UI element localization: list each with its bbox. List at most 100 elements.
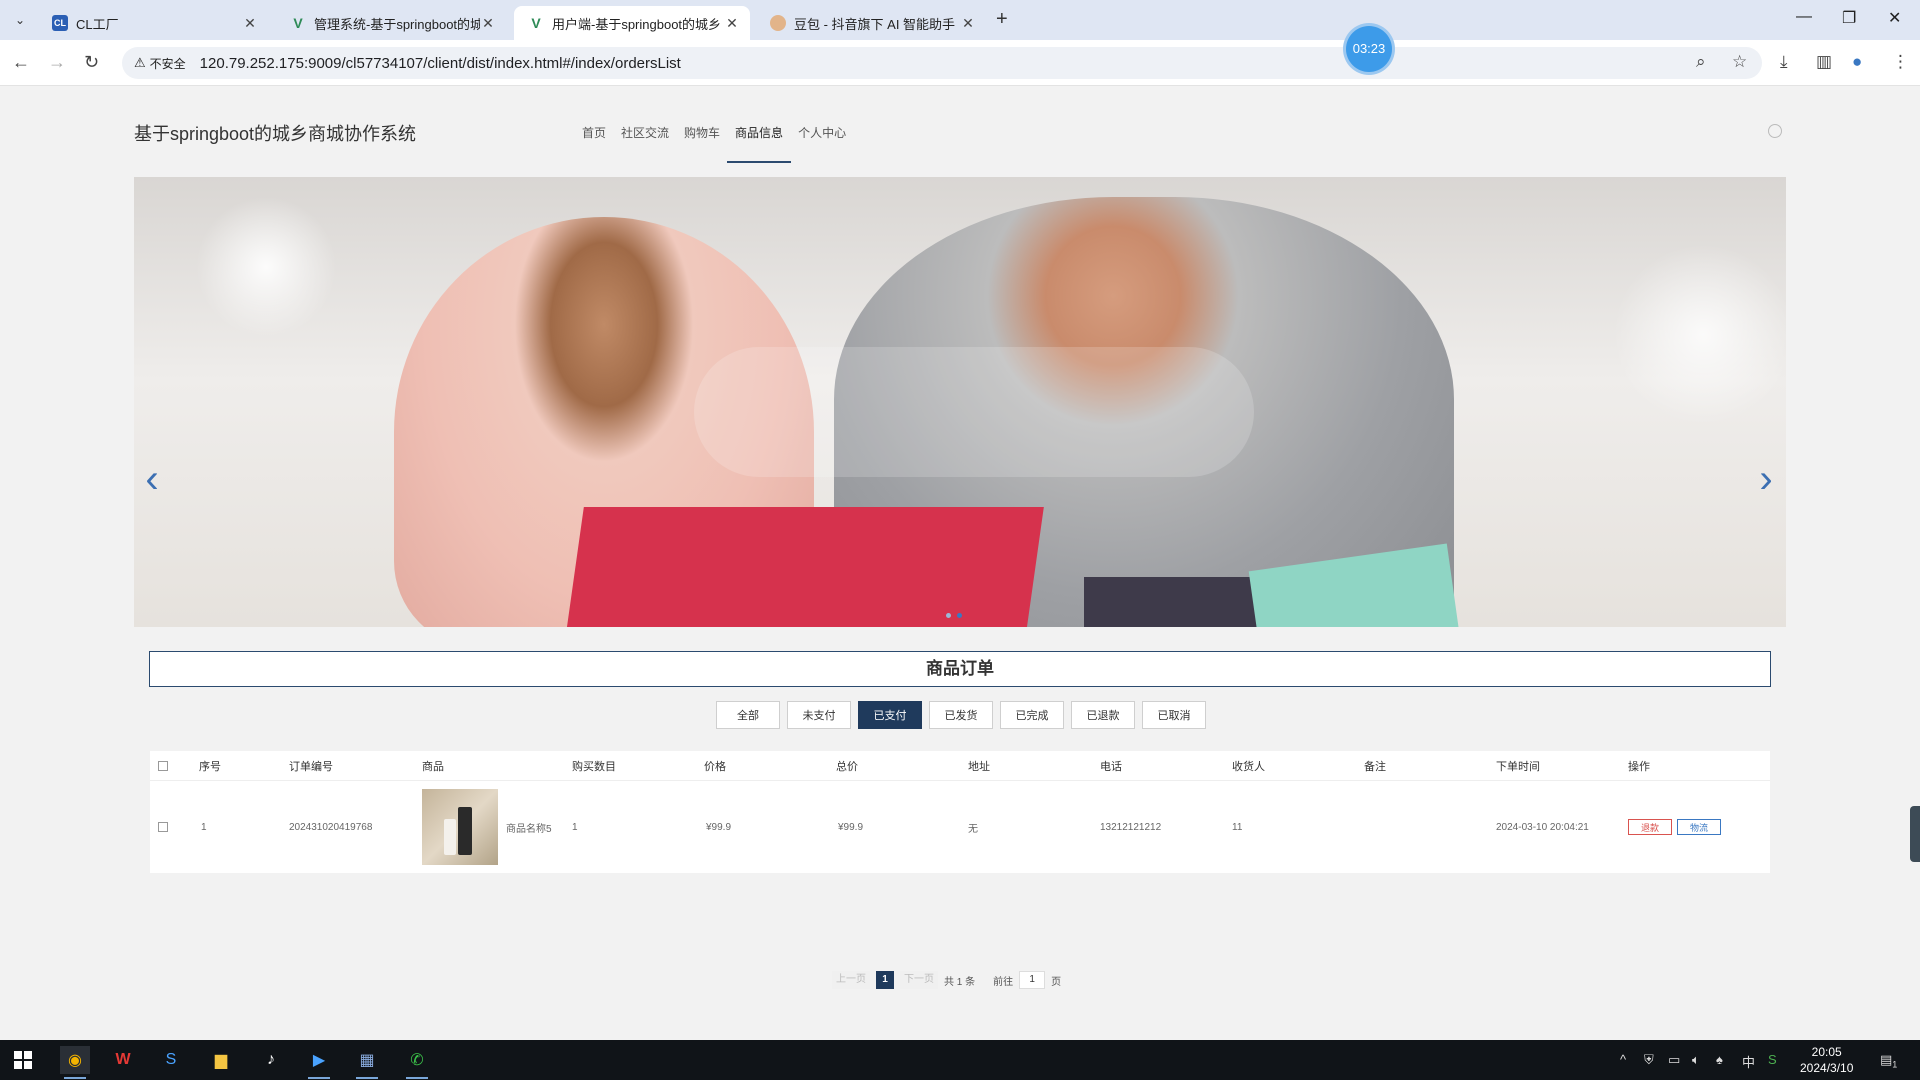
prev-page-button[interactable]: 上一页 [832, 971, 870, 989]
col-address: 地址 [968, 760, 990, 773]
filter-cancelled-button[interactable]: 已取消 [1142, 701, 1206, 729]
chrome-icon[interactable]: ◉ [60, 1046, 90, 1079]
file-explorer-icon[interactable]: ▆ [206, 1046, 236, 1074]
browser-tab-2[interactable]: V 管理系统-基于springboot的城 ✕ [276, 6, 506, 40]
logistics-button[interactable]: 物流 [1677, 819, 1722, 835]
tray-chevron-icon[interactable]: ^ [1620, 1052, 1626, 1067]
tab-title: 豆包 - 抖音旗下 AI 智能助手 [794, 16, 956, 32]
close-window-icon[interactable]: ✕ [1888, 8, 1901, 28]
nav-profile[interactable]: 个人中心 [798, 124, 846, 163]
tray-shield-icon[interactable]: ⛨ [1644, 1052, 1654, 1068]
warning-icon: ⚠ [134, 55, 146, 70]
row-product: 商品名称5 [422, 781, 552, 873]
col-remark: 备注 [1364, 760, 1386, 773]
filter-unpaid-button[interactable]: 未支付 [787, 701, 851, 729]
carousel-prev-icon[interactable]: ‹ [140, 457, 164, 501]
app-icon[interactable]: ▦ [352, 1046, 382, 1079]
media-player-icon[interactable]: ▶ [304, 1046, 334, 1079]
tray-app-icon[interactable]: ♠ [1716, 1052, 1723, 1067]
row-address: 无 [968, 823, 978, 835]
minimize-icon[interactable]: — [1796, 8, 1812, 26]
windows-start-icon[interactable] [8, 1046, 38, 1074]
shopping-bag [564, 507, 1044, 627]
nav-community[interactable]: 社区交流 [621, 124, 669, 163]
filter-paid-button[interactable]: 已支付 [858, 701, 922, 729]
notification-icon[interactable]: ▤1 [1880, 1052, 1897, 1070]
browser-tab-3-active[interactable]: V 用户端-基于springboot的城乡 ✕ [514, 6, 750, 40]
reload-icon[interactable]: ↻ [84, 52, 99, 73]
os-taskbar: ◉ W S ▆ ♪ ▶ ▦ ✆ ^ ⛨ ▭ 🔈︎ ♠ 中 S 20:05 202… [0, 1040, 1920, 1080]
tab-search-icon[interactable]: ⌄ [10, 10, 30, 30]
restore-icon[interactable]: ❐ [1842, 8, 1856, 28]
next-page-button[interactable]: 下一页 [900, 971, 938, 989]
pagination: 上一页 1 下一页 共 1 条 前往 1 页 [832, 971, 1061, 989]
clock-time: 20:05 [1811, 1045, 1842, 1059]
orders-table: 序号 订单编号 商品 购买数目 价格 总价 地址 电话 收货人 备注 下单时间 … [150, 751, 1770, 873]
zoom-icon[interactable]: ⌕ [1696, 52, 1706, 72]
col-index: 序号 [199, 760, 221, 773]
tab-close-icon[interactable]: ✕ [242, 15, 258, 32]
ime-indicator[interactable]: 中 [1742, 1052, 1755, 1071]
address-bar[interactable]: ⚠ 不安全 120.79.252.175:9009/cl57734107/cli… [122, 47, 1762, 79]
filter-refunded-button[interactable]: 已退款 [1071, 701, 1135, 729]
site-title: 基于springboot的城乡商城协作系统 [134, 124, 417, 144]
total-count: 共 1 条 [944, 976, 976, 988]
vue-favicon-icon: V [293, 15, 303, 31]
row-checkbox[interactable] [158, 822, 168, 832]
tab-close-icon[interactable]: ✕ [724, 15, 740, 32]
tab-close-icon[interactable]: ✕ [480, 15, 496, 32]
nav-products[interactable]: 商品信息 [727, 124, 792, 163]
side-panel-icon[interactable]: ▥ [1816, 52, 1832, 72]
new-tab-button[interactable]: + [996, 8, 1008, 31]
row-actions: 退款 物流 [1628, 781, 1726, 873]
tab-close-icon[interactable]: ✕ [960, 15, 976, 32]
security-indicator[interactable]: ⚠ 不安全 [134, 55, 186, 72]
row-product-name: 商品名称5 [506, 823, 552, 835]
back-icon[interactable]: ← [12, 52, 30, 73]
forward-icon[interactable]: → [48, 52, 66, 73]
browser-tab-4[interactable]: 豆包 - 抖音旗下 AI 智能助手 ✕ [756, 6, 986, 40]
browser-tab-1[interactable]: CL CL工厂 ✕ [38, 6, 268, 40]
download-icon[interactable]: ⤓ [1780, 52, 1788, 72]
refund-button[interactable]: 退款 [1628, 819, 1673, 835]
loading-icon [1768, 124, 1782, 138]
url-text[interactable]: 120.79.252.175:9009/cl57734107/client/di… [200, 55, 681, 72]
nav-home[interactable]: 首页 [582, 124, 606, 163]
wechat-icon[interactable]: ✆ [402, 1046, 432, 1079]
tray-network-icon[interactable]: ▭ [1668, 1052, 1680, 1068]
menu-kebab-icon[interactable]: ⋮ [1892, 52, 1909, 72]
col-phone: 电话 [1100, 760, 1122, 773]
carousel-next-icon[interactable]: › [1754, 457, 1778, 501]
col-total: 总价 [836, 760, 858, 773]
col-receiver: 收货人 [1232, 760, 1265, 773]
col-price: 价格 [704, 760, 726, 773]
clock-date: 2024/3/10 [1800, 1061, 1854, 1075]
row-receiver: 11 [1232, 821, 1243, 833]
filter-all-button[interactable]: 全部 [716, 701, 780, 729]
sogou-icon[interactable]: S [156, 1046, 186, 1074]
page-content: 基于springboot的城乡商城协作系统 首页 社区交流 购物车 商品信息 个… [0, 86, 1920, 1080]
filter-shipped-button[interactable]: 已发货 [929, 701, 993, 729]
profile-icon[interactable]: ● [1852, 52, 1862, 72]
tab-title: CL工厂 [76, 16, 119, 32]
page-number-current[interactable]: 1 [876, 971, 894, 989]
tray-volume-icon[interactable]: 🔈︎ [1692, 1052, 1700, 1068]
select-all-checkbox[interactable] [158, 760, 168, 771]
tab-title: 用户端-基于springboot的城乡 [552, 16, 722, 32]
tab-title: 管理系统-基于springboot的城 [314, 16, 480, 32]
wps-icon[interactable]: W [108, 1046, 138, 1074]
tiktok-icon[interactable]: ♪ [256, 1046, 286, 1074]
filter-completed-button[interactable]: 已完成 [1000, 701, 1064, 729]
row-order-time: 2024-03-10 20:04:21 [1496, 821, 1589, 833]
nav-cart[interactable]: 购物车 [684, 124, 720, 163]
notification-count: 1 [1892, 1059, 1898, 1070]
security-label: 不安全 [149, 56, 186, 71]
carousel-dot[interactable] [946, 613, 951, 618]
tray-sogou-icon[interactable]: S [1768, 1052, 1777, 1067]
col-order-no: 订单编号 [289, 760, 333, 773]
carousel-dot-active[interactable] [957, 613, 962, 618]
taskbar-clock[interactable]: 20:05 2024/3/10 [1800, 1044, 1853, 1076]
side-drawer-handle[interactable] [1910, 806, 1920, 862]
goto-page-input[interactable]: 1 [1019, 971, 1046, 989]
bookmark-star-icon[interactable]: ☆ [1732, 52, 1747, 72]
